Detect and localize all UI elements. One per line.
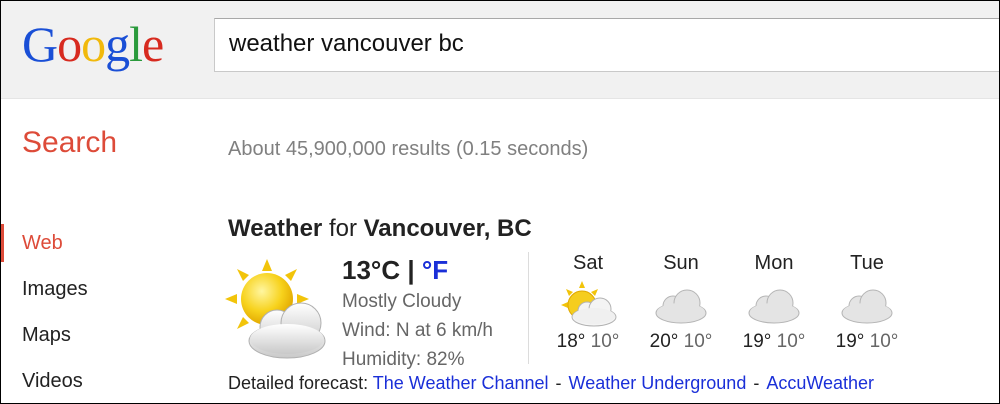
cloudy-icon xyxy=(748,289,800,324)
top-bar: Google xyxy=(0,0,1000,99)
divider xyxy=(528,252,529,364)
weather-location: Vancouver, BC xyxy=(363,215,532,242)
forecast-day-sun: Sun 20° 10° xyxy=(641,252,721,353)
current-temperature: 13°C | °F xyxy=(342,255,449,285)
forecast-temps: 19° 10° xyxy=(835,331,899,352)
weather-title[interactable]: Weather for Vancouver, BC xyxy=(228,215,532,243)
sidebar-item-maps[interactable]: Maps xyxy=(0,312,200,358)
forecast-day-tue: Tue 19° 10° xyxy=(827,252,907,353)
humidity-text: Humidity: 82% xyxy=(342,349,465,370)
cloudy-icon xyxy=(655,289,707,324)
wind-text: Wind: N at 6 km/h xyxy=(342,320,493,341)
link-weather-channel[interactable]: The Weather Channel xyxy=(373,373,549,393)
forecast-day-sat: Sat 18° 10° xyxy=(548,252,628,353)
weather-title-bold: Weather xyxy=(228,215,323,242)
search-box[interactable] xyxy=(214,18,1000,72)
sidebar-item-web[interactable]: Web xyxy=(0,220,200,266)
fahrenheit-toggle[interactable]: °F xyxy=(422,255,448,285)
link-accuweather[interactable]: AccuWeather xyxy=(766,373,874,393)
detailed-forecast: Detailed forecast: The Weather Channel - W… xyxy=(228,373,874,394)
link-separator: - xyxy=(753,373,760,393)
forecast-temps: 20° 10° xyxy=(649,331,713,352)
forecast: Sat 18° 10° Sun 20° 10° Mon 19° 10° Tue … xyxy=(548,252,928,372)
detailed-forecast-label: Detailed forecast: xyxy=(228,373,369,393)
current-conditions: 13°C | °F Mostly Cloudy Wind: N at 6 km/… xyxy=(342,255,493,373)
link-separator: - xyxy=(555,373,562,393)
google-logo[interactable]: Google xyxy=(22,14,164,74)
cloudy-icon xyxy=(841,289,893,324)
weather-title-for: for xyxy=(328,215,357,242)
result-stats: About 45,900,000 results (0.15 seconds) xyxy=(228,138,589,160)
partly-sunny-icon xyxy=(561,281,617,327)
condition-text: Mostly Cloudy xyxy=(342,291,462,312)
link-weather-underground[interactable]: Weather Underground xyxy=(569,373,747,393)
sidebar-item-videos[interactable]: Videos xyxy=(0,358,200,404)
forecast-day-mon: Mon 19° 10° xyxy=(734,252,814,353)
partly-sunny-icon xyxy=(225,259,326,359)
page-title: Search xyxy=(22,126,118,159)
forecast-temps: 18° 10° xyxy=(556,331,620,352)
sidebar: Web Images Maps Videos xyxy=(0,220,200,404)
search-input[interactable] xyxy=(215,19,989,69)
forecast-temps: 19° 10° xyxy=(742,331,806,352)
sidebar-item-images[interactable]: Images xyxy=(0,266,200,312)
